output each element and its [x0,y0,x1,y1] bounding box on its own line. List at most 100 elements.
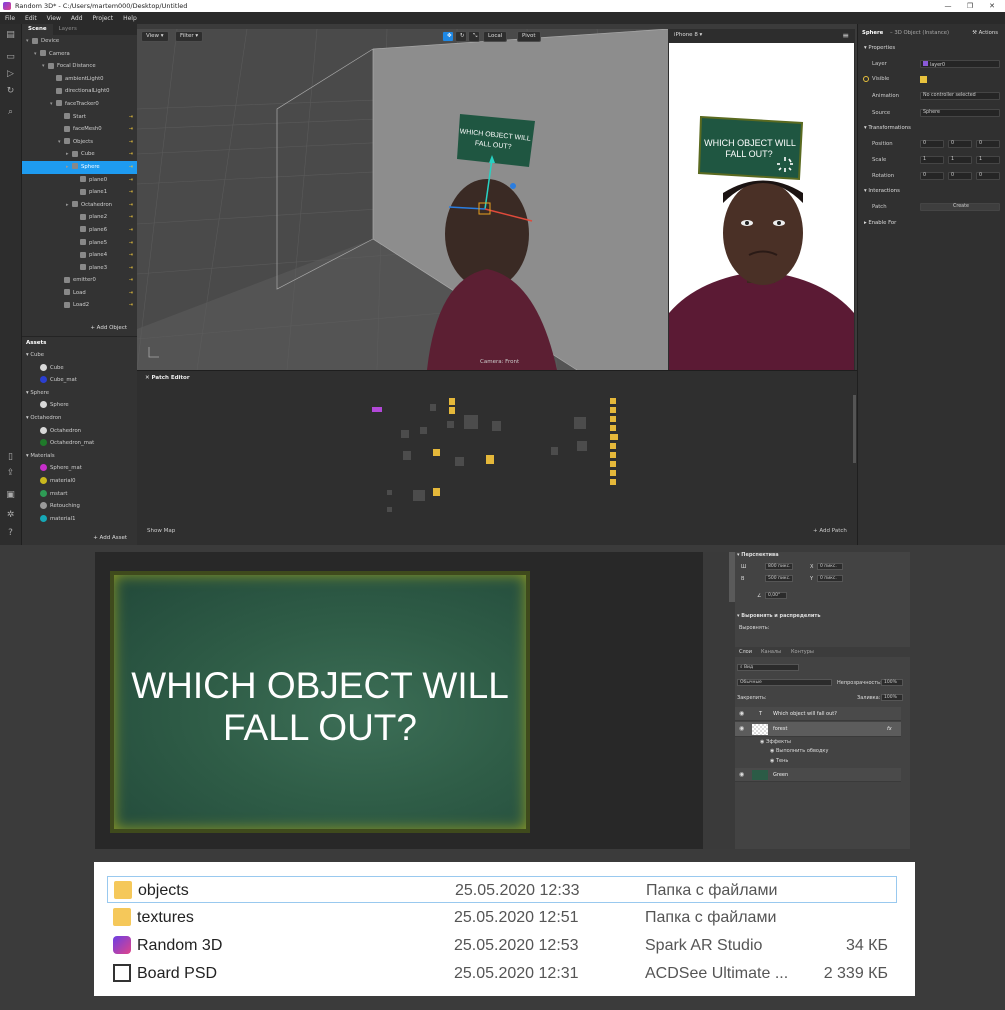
scene-tree-item[interactable]: ▸ Sphere ⇥ [22,160,137,174]
scene-tree-item[interactable]: Load2 ⇥ [22,299,137,312]
scene-tree-item[interactable]: directionalLight0 [22,85,137,98]
eye-icon[interactable]: ◉ [739,725,744,732]
move-tool-icon[interactable]: ✥ [442,31,454,42]
patch-node[interactable] [449,398,455,405]
patch-node[interactable] [610,470,616,476]
menu-help[interactable]: Help [123,15,137,22]
patch-node[interactable] [577,441,587,451]
keyframe-icon[interactable] [863,76,869,82]
patch-node[interactable] [433,449,440,456]
animation-dropdown[interactable]: No controller selected [920,92,1000,100]
scene-tree-item[interactable]: emitter0 ⇥ [22,274,137,287]
folder-icon[interactable]: ▣ [5,490,16,501]
scene-tree-item[interactable]: plane3 ⇥ [22,262,137,275]
add-asset-button[interactable]: + Add Asset [93,535,127,541]
patch-node[interactable] [449,407,455,414]
video-icon[interactable]: ▭ [5,52,16,63]
patch-node[interactable] [610,443,616,449]
patch-link-icon[interactable]: ⇥ [129,199,133,212]
patch-node[interactable] [372,407,382,412]
filter-dropdown[interactable]: Filter ▾ [175,31,204,42]
opacity-field[interactable]: 100% [881,679,903,686]
x-field[interactable]: 0 пикс. [817,563,843,570]
position-y[interactable]: 0 [948,140,972,148]
patch-link-icon[interactable]: ⇥ [129,224,133,237]
position-x[interactable]: 0 [920,140,944,148]
width-field[interactable]: 800 пикс. [765,563,793,570]
patch-node[interactable] [610,407,616,413]
file-row[interactable]: objects 25.05.2020 12:33 Папка с файлами [107,876,897,903]
device-dropdown[interactable]: iPhone 8 ▾ [670,31,706,42]
asset-item[interactable]: mstart [22,488,137,501]
scale-x[interactable]: 1 [920,156,944,164]
asset-item[interactable]: Retouching [22,500,137,513]
filter-kind-dropdown[interactable]: ⌕ Вид [737,664,799,671]
scene-tree-item[interactable]: ▾ Focal Distance [22,60,137,73]
menu-project[interactable]: Project [93,15,114,22]
angle-field[interactable]: 0,00° [765,592,787,599]
shadow-effect[interactable]: ◉ Тень [770,758,788,764]
asset-item[interactable]: Sphere [22,399,137,412]
tab-layers[interactable]: Слои [739,649,752,655]
patch-link-icon[interactable]: ⇥ [129,274,133,287]
eye-icon[interactable]: ◉ [739,710,744,717]
patch-node[interactable] [486,455,494,464]
asset-item[interactable]: material0 [22,475,137,488]
add-object-button[interactable]: + Add Object [90,325,127,331]
patch-link-icon[interactable]: ⇥ [129,161,133,174]
patch-node[interactable] [420,427,427,434]
scene-tree-item[interactable]: plane6 ⇥ [22,224,137,237]
patch-link-icon[interactable]: ⇥ [129,287,133,300]
asset-group[interactable]: ▾ Octahedron [22,412,137,425]
scene-tree-item[interactable]: ▸ Octahedron ⇥ [22,199,137,212]
asset-group[interactable]: ▾ Materials [22,450,137,463]
rotate-tool-icon[interactable]: ↻ [455,31,467,42]
help-icon[interactable]: ? [5,528,16,539]
scene-tree-item[interactable]: plane1 ⇥ [22,186,137,199]
patch-node[interactable] [455,457,464,466]
scene-tree-item[interactable]: plane0 ⇥ [22,174,137,187]
local-toggle[interactable]: Local [483,31,508,42]
simulator-menu-icon[interactable]: ≡ [842,31,849,40]
scale-y[interactable]: 1 [948,156,972,164]
layer-text[interactable]: ◉ T Which object will fall out? [735,707,901,721]
patch-node[interactable] [610,434,618,440]
position-z[interactable]: 0 [976,140,1000,148]
scene-tree-item[interactable]: faceMesh0 ⇥ [22,123,137,136]
scene-tree-item[interactable]: Start ⇥ [22,111,137,124]
file-row[interactable]: Random 3D 25.05.2020 12:53 Spark AR Studio… [107,932,897,959]
scene-tree-item[interactable]: ▾ Objects ⇥ [22,136,137,149]
eye-icon[interactable]: ◉ [739,771,744,778]
source-field[interactable]: Sphere [920,109,1000,117]
transformations-heading[interactable]: ▾ Transformations [864,122,911,134]
patch-node[interactable] [610,479,616,485]
refresh-icon[interactable]: ↻ [5,86,16,97]
layer-forest[interactable]: ◉ forest fx [735,722,901,737]
properties-heading[interactable]: ▾ Properties [864,42,895,54]
patch-node[interactable] [387,490,392,495]
scene-tree-item[interactable]: ▾ faceTracker0 [22,98,137,111]
rotation-z[interactable]: 0 [976,172,1000,180]
scale-tool-icon[interactable]: ⤡ [468,31,480,42]
patch-node[interactable] [610,416,616,422]
patch-node[interactable] [413,490,425,501]
asset-item[interactable]: material1 [22,513,137,526]
scene-tree-item[interactable]: ambientLight0 [22,73,137,86]
patch-node[interactable] [551,447,558,455]
file-row[interactable]: textures 25.05.2020 12:51 Папка с файлами [107,904,897,931]
patch-node[interactable] [610,461,616,467]
tab-channels[interactable]: Каналы [761,649,781,655]
close-icon[interactable]: ✕ [981,0,1003,12]
tab-layers[interactable]: Layers [53,24,83,35]
patch-link-icon[interactable]: ⇥ [129,211,133,224]
fx-icon[interactable]: fx [887,722,892,736]
rotation-y[interactable]: 0 [948,172,972,180]
restore-icon[interactable]: ❐ [959,0,981,12]
y-field[interactable]: 0 пикс. [817,575,843,582]
scale-z[interactable]: 1 [976,156,1000,164]
scene-tree-item[interactable]: ▸ Cube ⇥ [22,148,137,161]
patch-link-icon[interactable]: ⇥ [129,136,133,149]
tab-scene[interactable]: Scene [22,24,53,35]
viewport[interactable]: WHICH OBJECT WILL FALL OUT? [137,29,668,370]
asset-group[interactable]: ▾ Cube [22,349,137,362]
